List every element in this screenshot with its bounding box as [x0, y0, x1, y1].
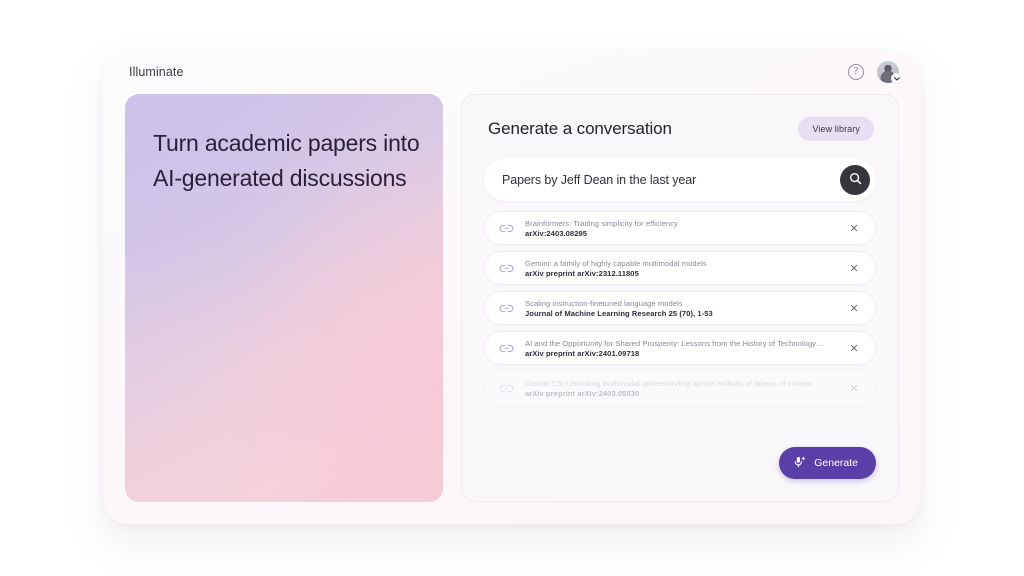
paper-citation: arXiv preprint arXiv:2403.05530	[525, 388, 640, 398]
panel-header: Generate a conversation View library	[484, 117, 876, 141]
app-brand-logo: Illuminate	[129, 65, 184, 79]
search-bar[interactable]	[484, 159, 876, 201]
remove-paper-button[interactable]: ✕	[843, 217, 865, 239]
paper-result-row[interactable]: Scaling instruction-finetuned language m…	[484, 291, 876, 325]
close-icon: ✕	[849, 302, 859, 315]
link-icon	[499, 343, 514, 354]
remove-paper-button[interactable]: ✕	[843, 337, 865, 359]
link-icon	[499, 263, 514, 274]
app-topbar: Illuminate ?	[103, 52, 921, 92]
paper-title: Brainformers: Trading simplicity for eff…	[525, 218, 678, 228]
remove-paper-button[interactable]: ✕	[843, 297, 865, 319]
close-icon: ✕	[849, 382, 859, 395]
app-window: Illuminate ? Turn academic papers into A…	[103, 52, 921, 524]
page-title: Generate a conversation	[488, 119, 672, 138]
paper-result-row[interactable]: AI and the Opportunity for Shared Prospe…	[484, 331, 876, 365]
hero-gradient-card: Turn academic papers into AI-generated d…	[125, 94, 443, 502]
link-icon	[499, 383, 514, 394]
paper-result-row[interactable]: Gemini 1.5: Unlocking multimodal underst…	[484, 371, 876, 405]
paper-result-texts: Scaling instruction-finetuned language m…	[525, 299, 832, 318]
paper-result-texts: AI and the Opportunity for Shared Prospe…	[525, 339, 832, 358]
paper-title: Gemini: a family of highly capable multi…	[525, 258, 707, 268]
paper-citation: arXiv preprint arXiv:2401.09718	[525, 348, 640, 358]
paper-citation: arXiv:2403.08295	[525, 228, 588, 238]
paper-title: Gemini 1.5: Unlocking multimodal underst…	[525, 378, 813, 388]
search-button[interactable]	[840, 165, 870, 195]
paper-results-list: Brainformers: Trading simplicity for eff…	[484, 211, 876, 405]
help-icon[interactable]: ?	[848, 64, 864, 80]
mic-sparkle-icon	[793, 455, 806, 472]
link-icon	[499, 223, 514, 234]
topbar-actions: ?	[848, 61, 902, 84]
account-menu-button[interactable]	[877, 61, 902, 84]
paper-citation: Journal of Machine Learning Research 25 …	[525, 308, 713, 318]
close-icon: ✕	[849, 262, 859, 275]
generate-button[interactable]: Generate	[779, 447, 876, 479]
paper-result-row[interactable]: Gemini: a family of highly capable multi…	[484, 251, 876, 285]
paper-title: AI and the Opportunity for Shared Prospe…	[525, 338, 824, 348]
hero-headline: Turn academic papers into AI-generated d…	[153, 130, 420, 191]
search-icon	[849, 172, 862, 188]
search-input[interactable]	[502, 173, 840, 187]
view-library-button[interactable]: View library	[798, 117, 874, 141]
remove-paper-button[interactable]: ✕	[843, 257, 865, 279]
generate-button-label: Generate	[814, 457, 858, 469]
paper-title: Scaling instruction-finetuned language m…	[525, 298, 683, 308]
window-body: Turn academic papers into AI-generated d…	[125, 94, 899, 502]
paper-citation: arXiv preprint arXiv:2312.11805	[525, 268, 639, 278]
paper-result-row[interactable]: Brainformers: Trading simplicity for eff…	[484, 211, 876, 245]
paper-result-texts: Brainformers: Trading simplicity for eff…	[525, 219, 832, 238]
paper-result-texts: Gemini 1.5: Unlocking multimodal underst…	[525, 379, 832, 398]
generate-conversation-panel: Generate a conversation View library Bra…	[461, 94, 899, 502]
close-icon: ✕	[849, 222, 859, 235]
link-icon	[499, 303, 514, 314]
chevron-down-icon	[891, 73, 902, 84]
remove-paper-button[interactable]: ✕	[843, 377, 865, 399]
close-icon: ✕	[849, 342, 859, 355]
paper-result-texts: Gemini: a family of highly capable multi…	[525, 259, 832, 278]
